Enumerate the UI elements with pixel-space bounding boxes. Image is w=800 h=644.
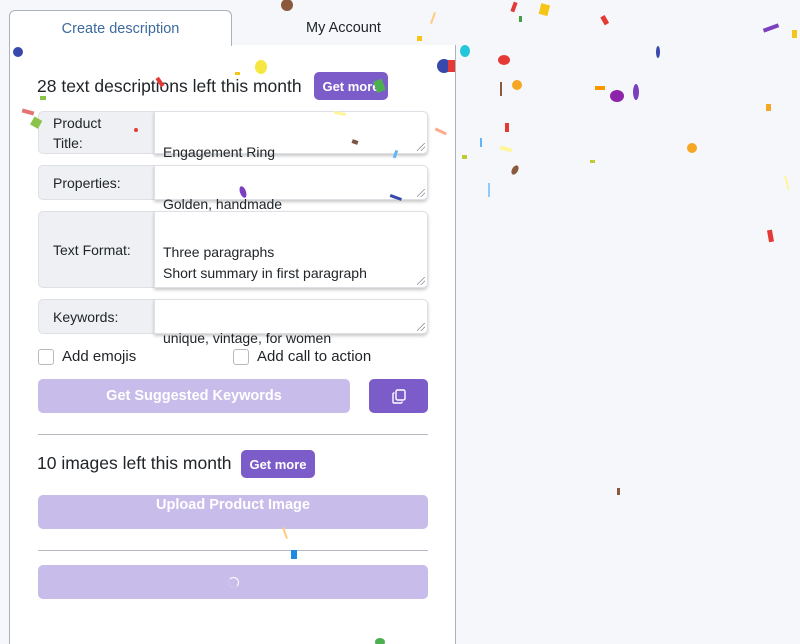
- text-format-label: Text Format:: [38, 211, 156, 288]
- confetti-piece: [590, 160, 595, 163]
- confetti-piece: [500, 82, 502, 96]
- confetti-piece: [633, 84, 639, 100]
- keywords-value: unique, vintage, for women: [163, 330, 332, 346]
- text-quota-headline: 28 text descriptions left this month: [37, 76, 302, 96]
- loading-button[interactable]: [38, 565, 428, 599]
- add-call-to-action-option[interactable]: Add call to action: [233, 348, 371, 365]
- add-emojis-checkbox[interactable]: [38, 348, 54, 365]
- resize-grip-icon[interactable]: [417, 323, 425, 331]
- copy-button[interactable]: [369, 379, 428, 413]
- confetti-piece: [687, 143, 697, 153]
- text-format-row: Text Format: Three paragraphs Short summ…: [38, 211, 428, 288]
- product-title-row: Product Title: Engagement Ring: [38, 111, 428, 160]
- confetti-piece: [762, 23, 780, 33]
- confetti-piece: [512, 80, 522, 90]
- get-suggested-keywords-button[interactable]: Get Suggested Keywords: [38, 379, 350, 413]
- confetti-piece: [784, 175, 790, 191]
- create-description-panel: 28 text descriptions left this month Get…: [9, 45, 456, 644]
- resize-grip-icon[interactable]: [417, 189, 425, 197]
- keywords-input[interactable]: unique, vintage, for women: [154, 299, 428, 346]
- upload-product-image-button[interactable]: Upload Product Image: [38, 495, 428, 529]
- confetti-piece: [656, 46, 660, 58]
- loading-spinner-icon: [227, 576, 239, 588]
- text-format-input[interactable]: Three paragraphs Short summary in first …: [154, 211, 428, 288]
- confetti-piece: [617, 488, 620, 495]
- text-format-value: Three paragraphs Short summary in first …: [163, 244, 367, 281]
- confetti-piece: [488, 183, 490, 197]
- get-more-text-button[interactable]: Get more: [314, 72, 388, 100]
- add-emojis-label: Add emojis: [62, 348, 137, 365]
- tab-create-description[interactable]: Create description: [9, 10, 232, 46]
- confetti-piece: [480, 138, 482, 147]
- confetti-piece: [510, 1, 518, 13]
- confetti-piece: [792, 30, 797, 38]
- confetti-piece: [610, 90, 624, 102]
- confetti-piece: [462, 155, 467, 159]
- add-call-to-action-checkbox[interactable]: [233, 348, 249, 365]
- get-more-images-button[interactable]: Get more: [241, 450, 315, 478]
- resize-grip-icon[interactable]: [417, 143, 425, 151]
- confetti-piece: [538, 3, 551, 17]
- resize-grip-icon[interactable]: [417, 277, 425, 285]
- confetti-piece: [511, 165, 519, 175]
- confetti-piece: [519, 16, 522, 22]
- confetti-piece: [600, 15, 610, 26]
- copy-icon: [391, 388, 406, 404]
- confetti-piece: [499, 145, 513, 153]
- tab-bar: Create description My Account: [9, 10, 456, 46]
- properties-input[interactable]: Golden, handmade: [154, 165, 428, 212]
- section-divider: [38, 434, 428, 435]
- product-title-value: Engagement Ring: [163, 144, 276, 160]
- confetti-piece: [766, 104, 771, 111]
- confetti-piece: [505, 123, 509, 132]
- add-emojis-option[interactable]: Add emojis: [38, 348, 136, 365]
- add-call-to-action-label: Add call to action: [257, 348, 372, 365]
- product-title-label: Product Title:: [38, 111, 156, 154]
- properties-value: Golden, handmade: [163, 196, 283, 212]
- confetti-piece: [498, 55, 510, 65]
- product-title-input[interactable]: Engagement Ring: [154, 111, 428, 160]
- properties-label: Properties:: [38, 165, 156, 200]
- keywords-row: Keywords: unique, vintage, for women: [38, 299, 428, 346]
- tab-my-account[interactable]: My Account: [235, 10, 452, 46]
- image-quota-headline: 10 images left this month: [37, 453, 232, 473]
- properties-row: Properties: Golden, handmade: [38, 165, 428, 212]
- confetti-piece: [595, 86, 605, 90]
- keywords-label: Keywords:: [38, 299, 156, 334]
- confetti-piece: [460, 45, 470, 57]
- confetti-piece: [766, 229, 774, 243]
- section-divider: [38, 550, 428, 551]
